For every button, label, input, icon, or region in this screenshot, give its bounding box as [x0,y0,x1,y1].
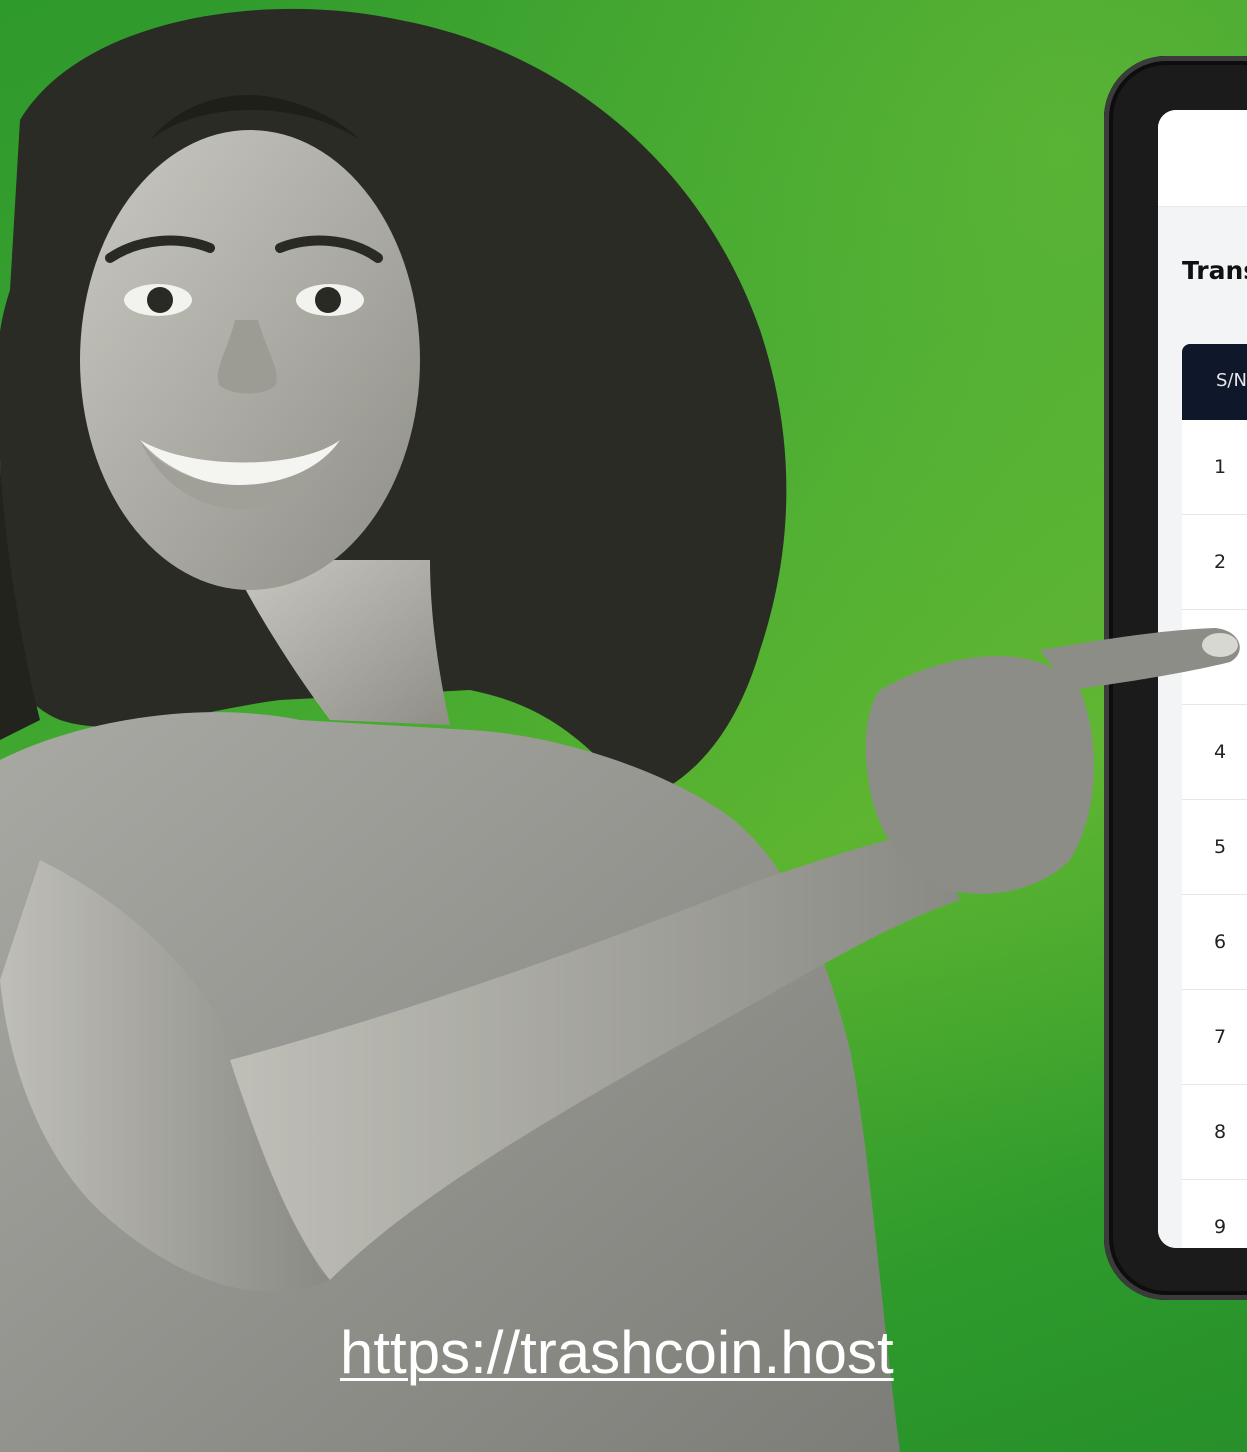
woman-pointing-photo [0,8,1240,1452]
trashcoin-link[interactable]: https://trashcoin.host [340,1318,894,1387]
